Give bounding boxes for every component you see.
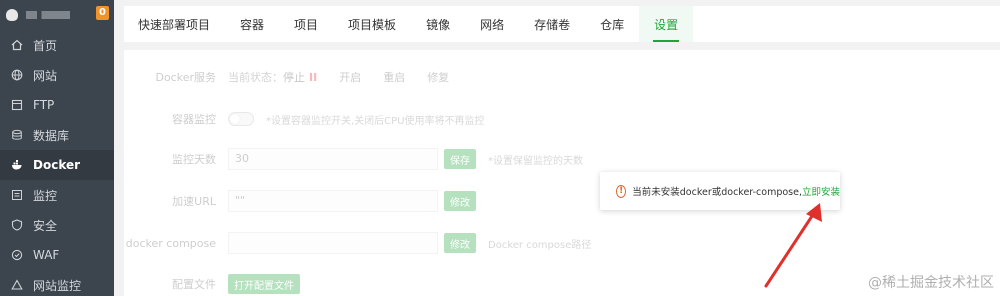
install-now-link[interactable]: 立即安装 [802, 184, 840, 198]
docker-service-row: Docker服务 当前状态： 停止 II 开启 重启 修复 [124, 66, 449, 88]
docker-compose-label: docker compose [125, 236, 216, 250]
monitor-days-hint: *设置保留监控的天数 [488, 155, 583, 167]
sidebar-item-label: 网站监控 [33, 278, 82, 293]
main-content: 快速部署项目 容器 项目 项目模板 镜像 网络 存储卷 仓库 设置 Docker… [114, 0, 1000, 296]
accel-url-label: 加速URL [172, 195, 216, 208]
container-monitor-hint: *设置容器监控开关,关闭后CPU使用率将不再监控 [266, 115, 485, 127]
repair-button[interactable]: 修复 [427, 69, 449, 85]
docker-compose-hint: Docker compose路径 [488, 239, 592, 251]
paused-icon: II [309, 70, 318, 84]
sidebar: 0 首页 网站 FTP 数据库 Docker 监控 安全 WAF 网站监控 [0, 0, 114, 296]
sidebar-item-security[interactable]: 安全 [0, 210, 114, 240]
tab-project-templates[interactable]: 项目模板 [333, 6, 411, 42]
docker-not-installed-popup: ! 当前未安装docker或docker-compose, 立即安装 [600, 172, 840, 210]
docker-tabs: 快速部署项目 容器 项目 项目模板 镜像 网络 存储卷 仓库 设置 [124, 6, 1000, 42]
container-monitor-row: 容器监控 *设置容器监控开关,关闭后CPU使用率将不再监控 [124, 108, 485, 130]
save-button[interactable]: 保存 [444, 149, 476, 169]
popup-message: 当前未安装docker或docker-compose, [632, 187, 802, 198]
docker-compose-edit-button[interactable]: 修改 [444, 233, 476, 253]
sidebar-item-home[interactable]: 首页 [0, 30, 114, 60]
sidebar-item-label: Docker [33, 158, 81, 172]
monitor-days-label: 监控天数 [172, 153, 216, 166]
tab-containers[interactable]: 容器 [225, 6, 279, 42]
sidebar-item-database[interactable]: 数据库 [0, 120, 114, 150]
status-value: 停止 [283, 71, 305, 84]
monitor-days-row: 监控天数 30 保存 *设置保留监控的天数 [124, 148, 583, 170]
sidebar-item-docker[interactable]: Docker [0, 150, 114, 180]
sidebar-item-website[interactable]: 网站 [0, 60, 114, 90]
watermark: @稀土掘金技术社区 [868, 272, 994, 292]
accel-url-edit-button[interactable]: 修改 [444, 191, 476, 211]
notification-badge[interactable]: 0 [96, 6, 109, 20]
username-blurred [26, 11, 70, 19]
restart-button[interactable]: 重启 [383, 69, 405, 85]
tab-images[interactable]: 镜像 [411, 6, 465, 42]
tab-projects[interactable]: 项目 [279, 6, 333, 42]
docker-compose-input[interactable] [228, 232, 438, 254]
database-icon [10, 128, 24, 142]
sidebar-item-ftp[interactable]: FTP [0, 90, 114, 120]
shield-icon [10, 218, 24, 232]
tab-networks[interactable]: 网络 [465, 6, 519, 42]
warning-icon: ! [616, 184, 627, 198]
start-button[interactable]: 开启 [339, 69, 361, 85]
sidebar-item-site-monitor[interactable]: 网站监控 [0, 270, 114, 296]
home-icon [10, 38, 24, 52]
docker-service-label: Docker服务 [155, 71, 216, 84]
waf-icon [10, 248, 24, 262]
accel-url-input[interactable]: "" [228, 190, 438, 212]
sidebar-header: 0 [0, 0, 114, 30]
container-monitor-toggle[interactable] [228, 112, 254, 126]
accel-url-row: 加速URL "" 修改 [124, 190, 476, 212]
sidebar-item-label: 安全 [33, 218, 58, 233]
tab-volumes[interactable]: 存储卷 [519, 6, 585, 42]
ftp-icon [10, 98, 24, 112]
sidebar-item-label: FTP [33, 98, 55, 112]
container-monitor-label: 容器监控 [172, 113, 216, 126]
sidebar-item-label: 监控 [33, 188, 58, 203]
docker-compose-row: docker compose 修改 Docker compose路径 [124, 232, 591, 254]
sidebar-item-label: WAF [33, 248, 60, 262]
docker-icon [10, 158, 24, 172]
status-prefix: 当前状态： [228, 71, 283, 84]
sidebar-item-label: 网站 [33, 68, 58, 83]
config-file-label: 配置文件 [172, 278, 216, 291]
tab-quick-deploy[interactable]: 快速部署项目 [124, 6, 225, 42]
monitor-days-input[interactable]: 30 [228, 148, 438, 170]
sidebar-item-waf[interactable]: WAF [0, 240, 114, 270]
monitor-icon [10, 188, 24, 202]
watermark-text: @稀土掘金技术社区 [868, 275, 994, 291]
tab-settings[interactable]: 设置 [639, 6, 694, 42]
open-config-button[interactable]: 打开配置文件 [228, 274, 300, 294]
logo-icon [6, 9, 18, 21]
site-monitor-icon [10, 278, 24, 292]
tab-registry[interactable]: 仓库 [585, 6, 639, 42]
sidebar-item-monitor[interactable]: 监控 [0, 180, 114, 210]
globe-icon [10, 68, 24, 82]
settings-panel: Docker服务 当前状态： 停止 II 开启 重启 修复 容器监控 *设置容器… [124, 50, 1000, 296]
sidebar-item-label: 数据库 [33, 128, 70, 143]
config-file-row: 配置文件 打开配置文件 [124, 273, 300, 295]
sidebar-item-label: 首页 [33, 38, 58, 53]
